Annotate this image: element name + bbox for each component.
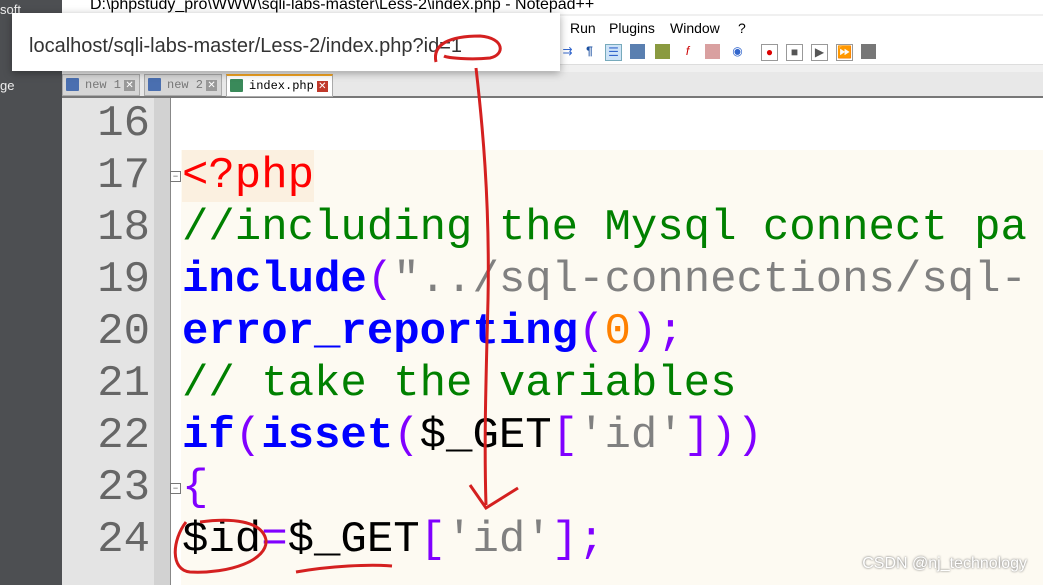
arrowhead-annotation bbox=[468, 484, 519, 511]
underline-annotation bbox=[295, 563, 393, 574]
red-annotations bbox=[173, 34, 519, 574]
circle-annotation-url bbox=[433, 34, 502, 63]
watermark: CSDN @nj_technology bbox=[862, 555, 1027, 572]
arrow-annotation bbox=[474, 67, 490, 506]
circle-annotation-id bbox=[173, 518, 268, 574]
